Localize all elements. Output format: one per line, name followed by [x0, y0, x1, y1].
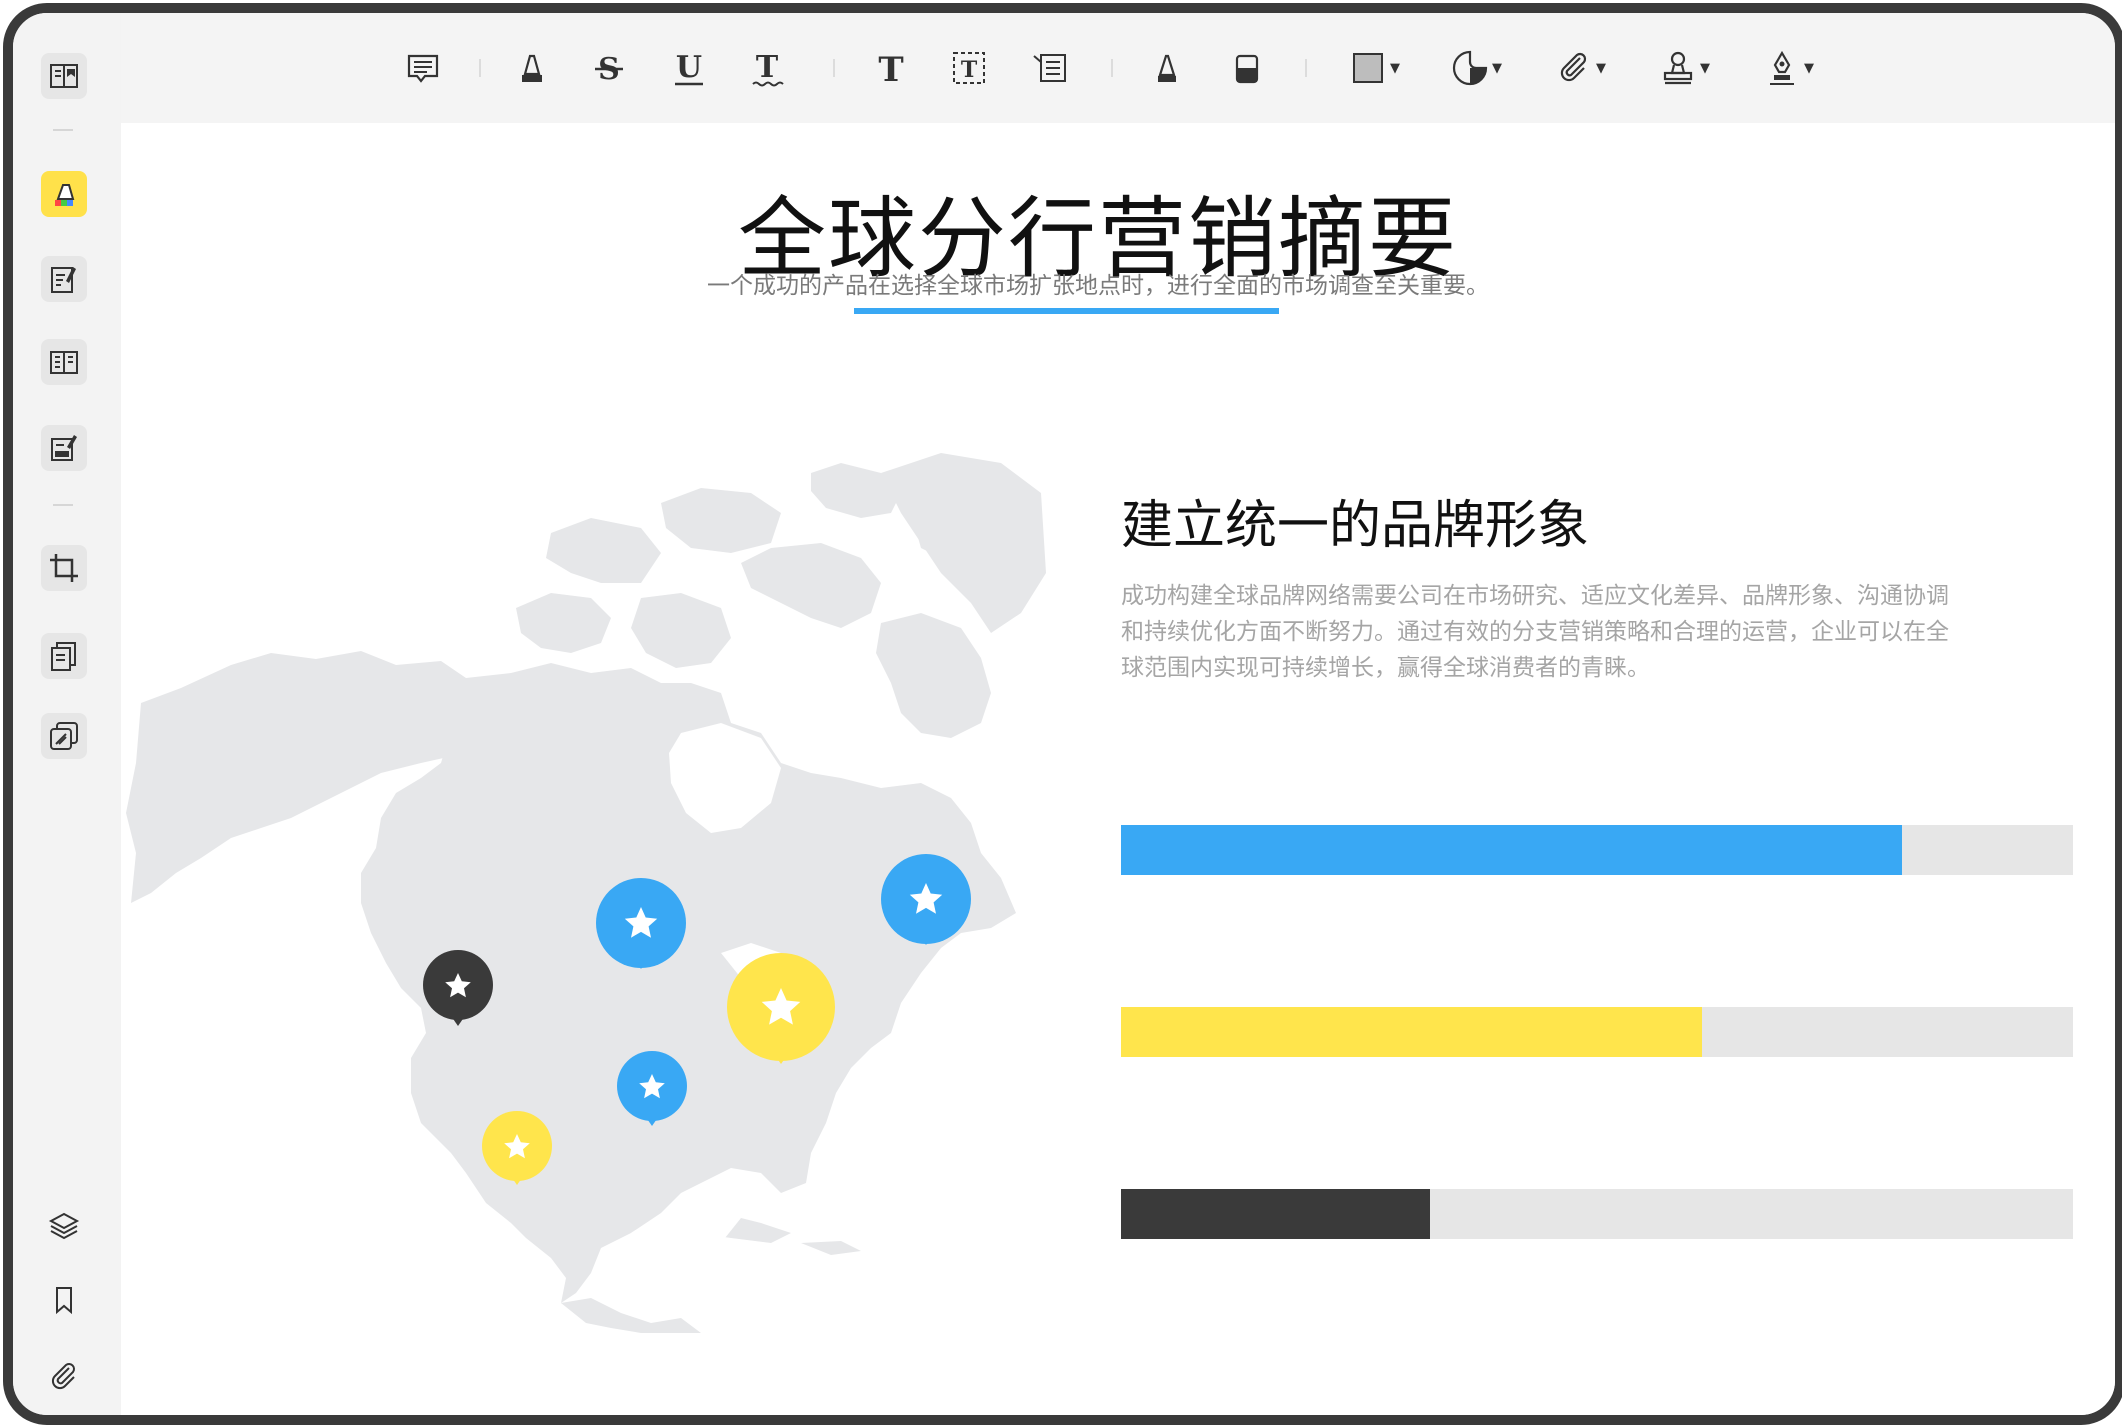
sidebar-divider [53, 504, 73, 506]
chevron-down-icon: ▼ [1390, 60, 1400, 76]
organize-pages-icon[interactable] [41, 339, 87, 385]
attachment-icon[interactable]: ▼ [1545, 46, 1615, 90]
textbox-icon[interactable]: T [947, 46, 991, 90]
layers-icon[interactable] [41, 1202, 87, 1248]
sticker-icon[interactable]: ▼ [1441, 46, 1511, 90]
app-window: S U T T T ▼ ▼ ▼ ▼ ▼ 全球分行营销摘要 一个成功的产品在选择全… [3, 3, 2122, 1425]
progress-bar-track [1121, 1007, 2073, 1057]
convert-icon[interactable] [41, 633, 87, 679]
svg-text:T: T [756, 50, 779, 85]
chevron-down-icon: ▼ [1492, 60, 1502, 76]
edit-icon[interactable] [41, 256, 87, 302]
chevron-down-icon: ▼ [1700, 60, 1710, 76]
svg-text:U: U [676, 50, 702, 85]
left-sidebar [13, 13, 122, 1415]
eraser-icon[interactable] [1225, 46, 1269, 90]
fill-sign-icon[interactable] [41, 425, 87, 471]
stamp-icon[interactable]: ▼ [1649, 46, 1719, 90]
north-america-map [126, 453, 1046, 1333]
toolbar-divider [1305, 59, 1307, 77]
page-subtitle: 一个成功的产品在选择全球市场扩张地点时，进行全面的市场调查至关重要。 [707, 273, 1489, 299]
title-underline [854, 308, 1279, 314]
progress-bar-fill [1121, 1189, 1431, 1239]
document-page: 全球分行营销摘要 一个成功的产品在选择全球市场扩张地点时，进行全面的市场调查至关… [121, 123, 2115, 1415]
toolbar-divider [833, 59, 835, 77]
svg-text:T: T [878, 50, 903, 88]
bookmark-icon[interactable] [41, 1277, 87, 1323]
attachments-icon[interactable] [41, 1353, 87, 1399]
crop-icon[interactable] [41, 545, 87, 591]
comment-mode-icon[interactable] [41, 171, 87, 217]
squiggly-icon[interactable]: T [745, 46, 789, 90]
svg-text:T: T [961, 57, 978, 83]
reader-icon[interactable] [41, 53, 87, 99]
progress-bar-fill [1121, 1007, 1702, 1057]
shape-icon[interactable]: ▼ [1339, 46, 1409, 90]
progress-bar-track [1121, 825, 2073, 875]
pen-icon[interactable] [1145, 46, 1189, 90]
annotation-toolbar: S U T T T ▼ ▼ ▼ ▼ ▼ [121, 13, 2115, 123]
note-icon[interactable] [401, 46, 445, 90]
callout-icon[interactable] [1027, 46, 1071, 90]
section-heading: 建立统一的品牌形象 [1121, 496, 1590, 556]
strikethrough-icon[interactable]: S [587, 46, 631, 90]
highlight-icon[interactable] [510, 46, 554, 90]
compress-icon[interactable] [41, 713, 87, 759]
toolbar-divider [1111, 59, 1113, 77]
toolbar-divider [479, 59, 481, 77]
chevron-down-icon: ▼ [1804, 60, 1814, 76]
progress-bar-fill [1121, 825, 1902, 875]
sidebar-divider [53, 129, 73, 131]
section-paragraph: 成功构建全球品牌网络需要公司在市场研究、适应文化差异、品牌形象、沟通协调和持续优… [1121, 583, 1949, 681]
progress-bar-track [1121, 1189, 2073, 1239]
chevron-down-icon: ▼ [1596, 60, 1606, 76]
signature-icon[interactable]: ▼ [1753, 46, 1823, 90]
underline-icon[interactable]: U [667, 46, 711, 90]
text-icon[interactable]: T [869, 46, 913, 90]
